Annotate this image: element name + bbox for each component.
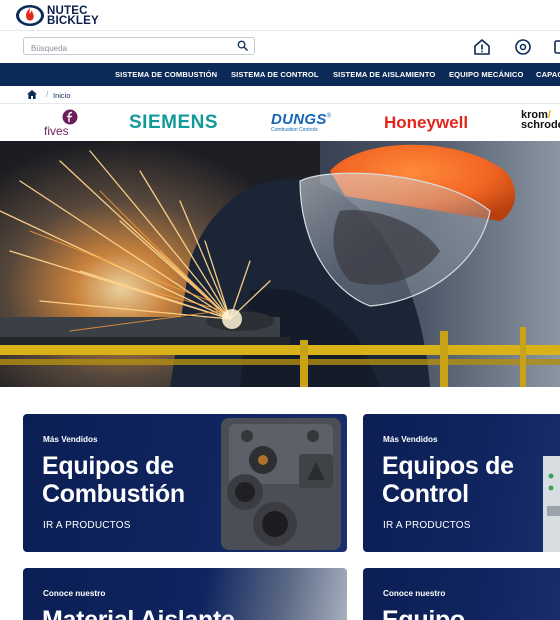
dungs-wordmark: DUNGS <box>271 111 327 128</box>
card-kicker: Más Vendidos <box>43 435 98 444</box>
card-title-line1: Equipo <box>382 606 465 620</box>
search-bar-row <box>0 31 560 63</box>
nav-item-equipo-mecanico[interactable]: EQUIPO MECÁNICO <box>449 70 524 79</box>
nutec-bickley-logo[interactable]: NUTEC BICKLEY <box>15 4 99 27</box>
card-cta-link[interactable]: IR A PRODUCTOS <box>383 520 471 531</box>
card-title-line1: Material Aislante <box>42 606 235 620</box>
card-title-line2: Control <box>382 480 469 508</box>
cart-icon[interactable] <box>552 37 560 57</box>
breadcrumb-separator: / <box>46 90 49 99</box>
home-icon[interactable] <box>27 90 37 99</box>
search-box <box>23 37 255 57</box>
brand-kromschroder-logo[interactable]: krom/ schrode <box>521 110 560 131</box>
card-title-line2: Combustión <box>42 480 185 508</box>
hero-welding-illustration <box>0 141 560 387</box>
brand-dungs-logo[interactable]: DUNGS® Combustion Controls <box>271 111 331 133</box>
brand-logos-strip: fives SIEMENS DUNGS® Combustion Controls… <box>0 104 560 141</box>
card-material-aislante[interactable]: Conoce nuestro Material Aislante <box>23 568 347 620</box>
card-title: Material Aislante <box>42 606 235 620</box>
card-title: Equipos de Combustión <box>42 452 185 508</box>
nav-item-aislamiento[interactable]: SISTEMA DE AISLAMIENTO <box>333 70 435 79</box>
card-cta-link[interactable]: IR A PRODUCTOS <box>43 520 131 531</box>
card-kicker: Más Vendidos <box>383 435 438 444</box>
page: NUTEC BICKLEY SISTEMA DE COMBUSTIÓN <box>0 0 560 620</box>
breadcrumb-current[interactable]: Inicio <box>53 91 71 100</box>
alert-house-icon[interactable] <box>472 37 492 57</box>
search-input[interactable] <box>24 40 229 57</box>
brand-fives-logo[interactable]: fives <box>44 109 84 139</box>
card-kicker: Conoce nuestro <box>383 589 446 598</box>
logo-text-line1: NUTEC <box>47 4 88 17</box>
main-nav: SISTEMA DE COMBUSTIÓN SISTEMA DE CONTROL… <box>0 63 560 86</box>
card-kicker: Conoce nuestro <box>43 589 106 598</box>
fives-wordmark: fives <box>44 124 69 138</box>
card-equipo-mecanico[interactable]: Conoce nuestro Equipo <box>363 568 560 620</box>
brand-siemens-logo[interactable]: SIEMENS <box>129 112 218 134</box>
dungs-registered-mark: ® <box>326 113 332 120</box>
logo-text-line2: BICKLEY <box>47 14 99 27</box>
krom-line2: schrode <box>521 119 560 131</box>
brand-honeywell-logo[interactable]: Honeywell <box>384 113 468 133</box>
nav-item-capacitacion[interactable]: CAPAC <box>536 70 560 79</box>
card-title-line1: Equipos de <box>382 452 514 480</box>
card-equipos-combustion[interactable]: Más Vendidos Equipos de Combustión IR A … <box>23 414 347 552</box>
search-icon[interactable] <box>237 40 248 51</box>
combustion-actuator-image <box>221 418 341 550</box>
control-panel-image <box>543 456 560 552</box>
nav-item-combustion[interactable]: SISTEMA DE COMBUSTIÓN <box>115 70 217 79</box>
location-pin-icon[interactable] <box>513 37 533 57</box>
card-title: Equipos de Control <box>382 452 514 508</box>
site-header: NUTEC BICKLEY <box>0 0 560 31</box>
breadcrumb: / Inicio <box>0 86 560 104</box>
fives-emblem-icon <box>62 109 78 125</box>
card-title-line1: Equipos de <box>42 452 174 480</box>
card-title: Equipo <box>382 606 465 620</box>
flame-logo-icon <box>16 5 44 26</box>
nav-item-control[interactable]: SISTEMA DE CONTROL <box>231 70 319 79</box>
card-equipos-control[interactable]: Más Vendidos Equipos de Control IR A PRO… <box>363 414 560 552</box>
hero-banner-image[interactable] <box>0 141 560 387</box>
